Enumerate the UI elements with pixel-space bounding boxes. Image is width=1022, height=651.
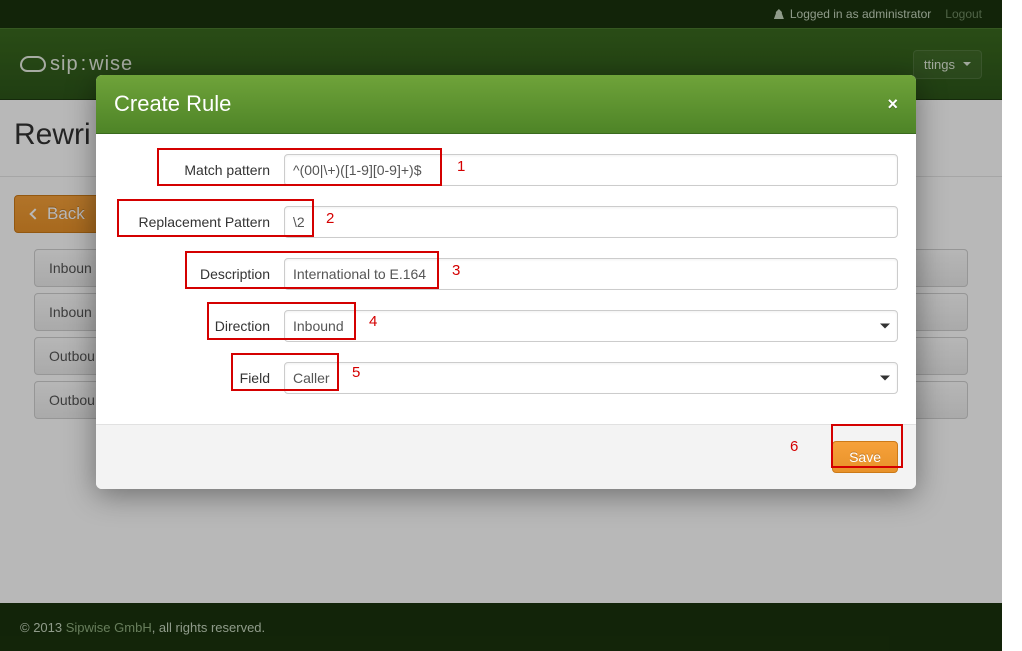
- close-icon[interactable]: ×: [887, 94, 898, 115]
- field-select[interactable]: Caller: [284, 362, 898, 394]
- match-pattern-label: Match pattern: [114, 162, 284, 178]
- save-button[interactable]: Save: [832, 441, 898, 473]
- field-label: Field: [114, 370, 284, 386]
- replacement-pattern-input[interactable]: [284, 206, 898, 238]
- direction-select[interactable]: Inbound: [284, 310, 898, 342]
- description-label: Description: [114, 266, 284, 282]
- modal-footer: Save: [96, 424, 916, 489]
- description-input[interactable]: [284, 258, 898, 290]
- modal-header: Create Rule ×: [96, 75, 916, 134]
- modal-title: Create Rule: [114, 91, 231, 117]
- match-pattern-input[interactable]: [284, 154, 898, 186]
- create-rule-modal: Create Rule × Match pattern Replacement …: [96, 75, 916, 489]
- direction-label: Direction: [114, 318, 284, 334]
- replacement-pattern-label: Replacement Pattern: [114, 214, 284, 230]
- modal-body: Match pattern Replacement Pattern Descri…: [96, 134, 916, 424]
